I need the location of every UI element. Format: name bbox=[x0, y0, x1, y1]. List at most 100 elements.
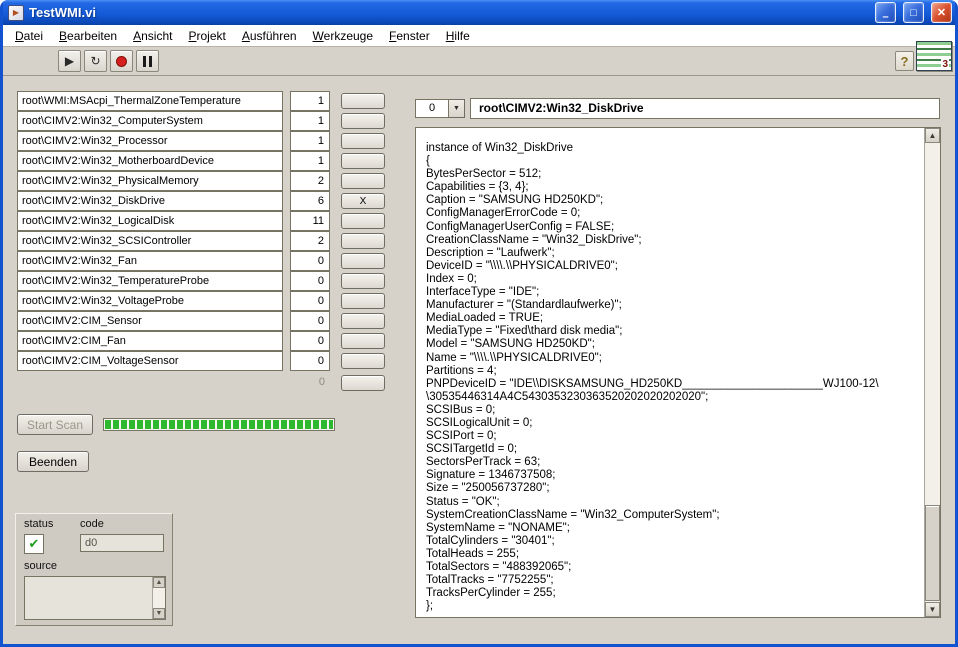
wmi-class-path[interactable]: root\CIMV2:Win32_SCSIController bbox=[17, 231, 283, 251]
wmi-class-row: root\CIMV2:Win32_Fan 0 bbox=[17, 251, 385, 271]
wmi-select-button[interactable] bbox=[341, 173, 385, 189]
scroll-down-button[interactable]: ▼ bbox=[153, 608, 165, 619]
menu-item-fenster[interactable]: Fenster bbox=[381, 27, 438, 45]
scroll-down-button[interactable]: ▼ bbox=[925, 602, 940, 617]
scroll-up-button[interactable]: ▲ bbox=[925, 128, 940, 143]
wmi-class-path[interactable]: root\CIMV2:Win32_Fan bbox=[17, 251, 283, 271]
wmi-class-path[interactable]: root\CIMV2:Win32_PhysicalMemory bbox=[17, 171, 283, 191]
wmi-select-button[interactable] bbox=[341, 133, 385, 149]
wmi-class-path[interactable]: root\WMI:MSAcpi_ThermalZoneTemperature bbox=[17, 91, 283, 111]
check-icon: ✔ bbox=[28, 536, 40, 551]
run-button[interactable]: ▶ bbox=[58, 50, 81, 72]
wmi-class-row: root\CIMV2:Win32_TemperatureProbe 0 bbox=[17, 271, 385, 291]
wmi-class-row: root\CIMV2:CIM_VoltageSensor 0 bbox=[17, 351, 385, 371]
wmi-select-button[interactable] bbox=[341, 153, 385, 169]
front-panel: root\WMI:MSAcpi_ThermalZoneTemperature 1… bbox=[3, 76, 955, 643]
code-label: code bbox=[80, 518, 104, 530]
wmi-class-count: 0 bbox=[290, 331, 330, 351]
wmi-list-footer: 0 bbox=[17, 373, 385, 393]
menu-bar: Datei Bearbeiten Ansicht Projekt Ausführen We… bbox=[3, 25, 955, 47]
wmi-class-list: root\WMI:MSAcpi_ThermalZoneTemperature 1… bbox=[17, 91, 385, 371]
wmi-class-row: root\CIMV2:Win32_SCSIController 2 bbox=[17, 231, 385, 251]
wmi-class-row: root\CIMV2:Win32_Processor 1 bbox=[17, 131, 385, 151]
close-button[interactable]: ✕ bbox=[931, 2, 952, 23]
vi-icon-badge: 3 bbox=[941, 59, 949, 70]
pause-button[interactable] bbox=[136, 50, 159, 72]
wmi-select-button[interactable] bbox=[341, 293, 385, 309]
source-scrollbar[interactable]: ▲ ▼ bbox=[152, 577, 165, 619]
scroll-up-button[interactable]: ▲ bbox=[153, 577, 165, 588]
wmi-class-path[interactable]: root\CIMV2:CIM_Fan bbox=[17, 331, 283, 351]
scan-progress-bar bbox=[103, 418, 335, 431]
menu-item-hilfe[interactable]: Hilfe bbox=[438, 27, 478, 45]
wmi-class-count: 0 bbox=[290, 311, 330, 331]
instance-index-value[interactable]: 0 bbox=[415, 99, 449, 118]
scroll-thumb[interactable] bbox=[925, 505, 940, 601]
wmi-select-button[interactable] bbox=[341, 375, 385, 391]
wmi-class-row: root\CIMV2:Win32_PhysicalMemory 2 bbox=[17, 171, 385, 191]
quit-button[interactable]: Beenden bbox=[17, 451, 89, 472]
run-continuous-icon: ↻ bbox=[90, 54, 101, 68]
start-scan-button[interactable]: Start Scan bbox=[17, 414, 93, 435]
wmi-class-count: 0 bbox=[290, 351, 330, 371]
wmi-class-row: root\CIMV2:Win32_LogicalDisk 11 bbox=[17, 211, 385, 231]
wmi-class-path[interactable]: root\CIMV2:Win32_DiskDrive bbox=[17, 191, 283, 211]
wmi-select-button[interactable]: X bbox=[341, 193, 385, 209]
wmi-select-button[interactable] bbox=[341, 113, 385, 129]
instance-index-ring[interactable]: 0 ▼ bbox=[415, 99, 465, 118]
wmi-class-path[interactable]: root\CIMV2:Win32_Processor bbox=[17, 131, 283, 151]
footer-spacer bbox=[17, 373, 283, 393]
wmi-class-count: 2 bbox=[290, 231, 330, 251]
wmi-class-path[interactable]: root\CIMV2:Win32_VoltageProbe bbox=[17, 291, 283, 311]
wmi-select-button[interactable] bbox=[341, 93, 385, 109]
wmi-class-path[interactable]: root\CIMV2:CIM_VoltageSensor bbox=[17, 351, 283, 371]
wmi-class-path[interactable]: root\CIMV2:Win32_LogicalDisk bbox=[17, 211, 283, 231]
chevron-down-icon[interactable]: ▼ bbox=[449, 99, 465, 118]
wmi-select-button[interactable] bbox=[341, 353, 385, 369]
abort-icon bbox=[116, 55, 127, 67]
wmi-select-button[interactable] bbox=[341, 253, 385, 269]
app-icon: ▶ bbox=[8, 4, 24, 21]
wmi-select-button[interactable] bbox=[341, 233, 385, 249]
maximize-button[interactable]: □ bbox=[903, 2, 924, 23]
instance-output: instance of Win32_DiskDrive { BytesPerSe… bbox=[415, 127, 941, 618]
wmi-class-path[interactable]: root\CIMV2:Win32_TemperatureProbe bbox=[17, 271, 283, 291]
menu-item-ausfhren[interactable]: Ausführen bbox=[234, 27, 305, 45]
wmi-class-count: 1 bbox=[290, 151, 330, 171]
menu-item-bearbeiten[interactable]: Bearbeiten bbox=[51, 27, 125, 45]
wmi-class-path[interactable]: root\CIMV2:Win32_ComputerSystem bbox=[17, 111, 283, 131]
menu-item-werkzeuge[interactable]: Werkzeuge bbox=[305, 27, 381, 45]
help-button[interactable]: ? bbox=[895, 51, 914, 71]
wmi-class-row: root\CIMV2:Win32_ComputerSystem 1 bbox=[17, 111, 385, 131]
wmi-class-path[interactable]: root\CIMV2:Win32_MotherboardDevice bbox=[17, 151, 283, 171]
abort-button[interactable] bbox=[110, 50, 133, 72]
wmi-select-button[interactable] bbox=[341, 333, 385, 349]
wmi-class-path[interactable]: root\CIMV2:CIM_Sensor bbox=[17, 311, 283, 331]
wmi-footer-count: 0 bbox=[318, 376, 325, 388]
minimize-button[interactable]: – bbox=[875, 2, 896, 23]
error-cluster: status code ✔ d0 source ▲ ▼ bbox=[15, 513, 173, 626]
selected-class-path: root\CIMV2:Win32_DiskDrive bbox=[470, 98, 940, 119]
menu-item-datei[interactable]: Datei bbox=[7, 27, 51, 45]
close-icon: ✕ bbox=[936, 7, 947, 19]
instance-text: instance of Win32_DiskDrive { BytesPerSe… bbox=[426, 142, 879, 613]
instance-scrollbar[interactable]: ▲ ▼ bbox=[924, 128, 940, 617]
wmi-class-count: 1 bbox=[290, 91, 330, 111]
run-continuous-button[interactable]: ↻ bbox=[84, 50, 107, 72]
wmi-class-row: root\WMI:MSAcpi_ThermalZoneTemperature 1 bbox=[17, 91, 385, 111]
status-led: ✔ bbox=[24, 534, 44, 554]
wmi-class-count: 1 bbox=[290, 111, 330, 131]
wmi-class-row: root\CIMV2:Win32_VoltageProbe 0 bbox=[17, 291, 385, 311]
vi-icon[interactable]: 3 bbox=[916, 41, 952, 71]
menu-item-projekt[interactable]: Projekt bbox=[180, 27, 233, 45]
window-body: Datei Bearbeiten Ansicht Projekt Ausführen We… bbox=[3, 25, 955, 644]
source-field: ▲ ▼ bbox=[24, 576, 166, 620]
wmi-class-count: 1 bbox=[290, 131, 330, 151]
wmi-select-button[interactable] bbox=[341, 273, 385, 289]
window-title: TestWMI.vi bbox=[29, 5, 96, 20]
menu-item-ansicht[interactable]: Ansicht bbox=[125, 27, 180, 45]
wmi-select-button[interactable] bbox=[341, 213, 385, 229]
wmi-select-button[interactable] bbox=[341, 313, 385, 329]
title-bar: ▶ TestWMI.vi – □ ✕ bbox=[3, 0, 955, 25]
wmi-class-count: 2 bbox=[290, 171, 330, 191]
